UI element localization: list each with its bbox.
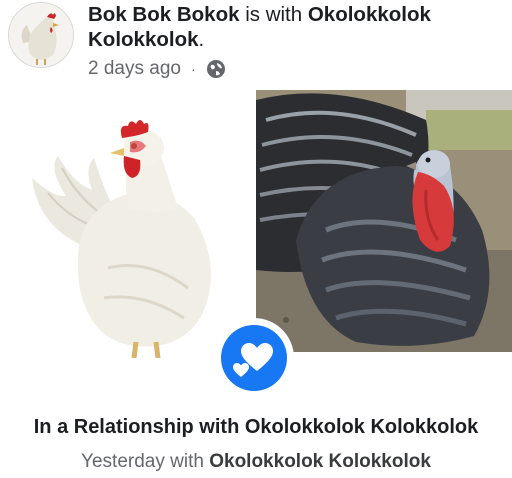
white-chicken-photo[interactable] [18,98,240,359]
relationship-partner-link[interactable]: Okolokkolok Kolokkolok [209,451,431,472]
avatar[interactable] [8,2,74,68]
post-timestamp[interactable]: 2 days ago [88,58,181,80]
globe-icon[interactable] [206,59,226,79]
post-connector: is with [239,3,308,26]
relationship-with-word: with [164,451,210,472]
post-header: Bok Bok Bokok is with Okolokkolok Kolokk… [0,0,512,90]
meta-separator: · [190,61,196,77]
relationship-when: Yesterday [81,451,165,472]
avatar-chicken-image [9,3,73,67]
turkey-photo[interactable] [256,90,512,352]
hearts-icon [221,325,287,391]
relationship-badge [214,318,294,398]
author-name[interactable]: Bok Bok Bokok [88,3,240,26]
post-title: Bok Bok Bokok is with Okolokkolok Kolokk… [88,2,498,52]
relationship-title: In a Relationship with Okolokkolok Kolok… [33,416,479,438]
post-period: . [198,28,205,51]
post-meta: 2 days ago · [88,58,226,80]
relationship-subtitle: Yesterday with Okolokkolok Kolokkolok [0,450,512,474]
